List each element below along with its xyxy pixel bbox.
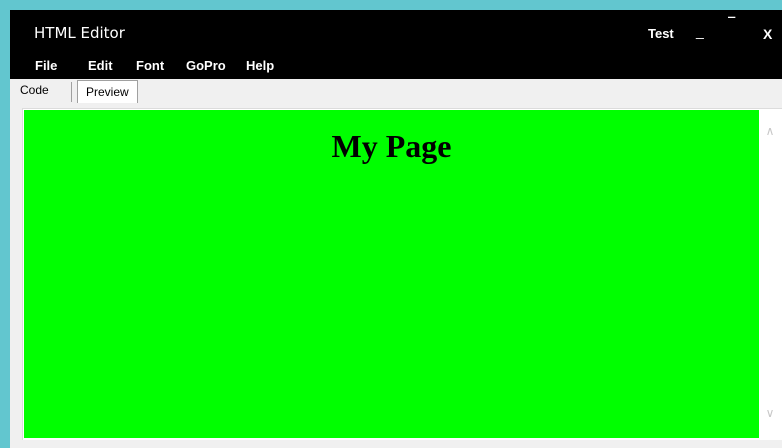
maximize-button[interactable]: ‾ [729, 16, 734, 34]
scroll-up-icon[interactable]: ∧ [759, 121, 781, 141]
minimize-button[interactable]: _ [696, 23, 704, 39]
menu-font[interactable]: Font [136, 58, 164, 73]
preview-frame: My Page ∧ ∨ [22, 108, 782, 441]
tab-strip: Code Preview [10, 79, 782, 109]
app-title: HTML Editor [34, 24, 125, 42]
menu-file[interactable]: File [35, 58, 57, 73]
menu-gopro[interactable]: GoPro [186, 58, 226, 73]
tab-code[interactable]: Code [16, 81, 53, 99]
menu-bar: File Edit Font GoPro Help [10, 54, 782, 79]
scroll-down-icon[interactable]: ∨ [759, 403, 781, 423]
vertical-scrollbar[interactable]: ∧ ∨ [759, 110, 781, 438]
title-bar[interactable]: HTML Editor Test _ ‾ X [10, 10, 782, 54]
page-heading: My Page [331, 128, 452, 164]
menu-edit[interactable]: Edit [88, 58, 113, 73]
user-label[interactable]: Test [648, 26, 674, 41]
preview-area[interactable]: My Page [24, 110, 759, 438]
editor-window: HTML Editor Test _ ‾ X File Edit Font Go… [10, 10, 782, 448]
menu-help[interactable]: Help [246, 58, 274, 73]
tab-preview[interactable]: Preview [77, 80, 138, 103]
tab-divider [71, 82, 72, 102]
close-button[interactable]: X [763, 26, 772, 42]
bottom-strip [10, 440, 782, 448]
